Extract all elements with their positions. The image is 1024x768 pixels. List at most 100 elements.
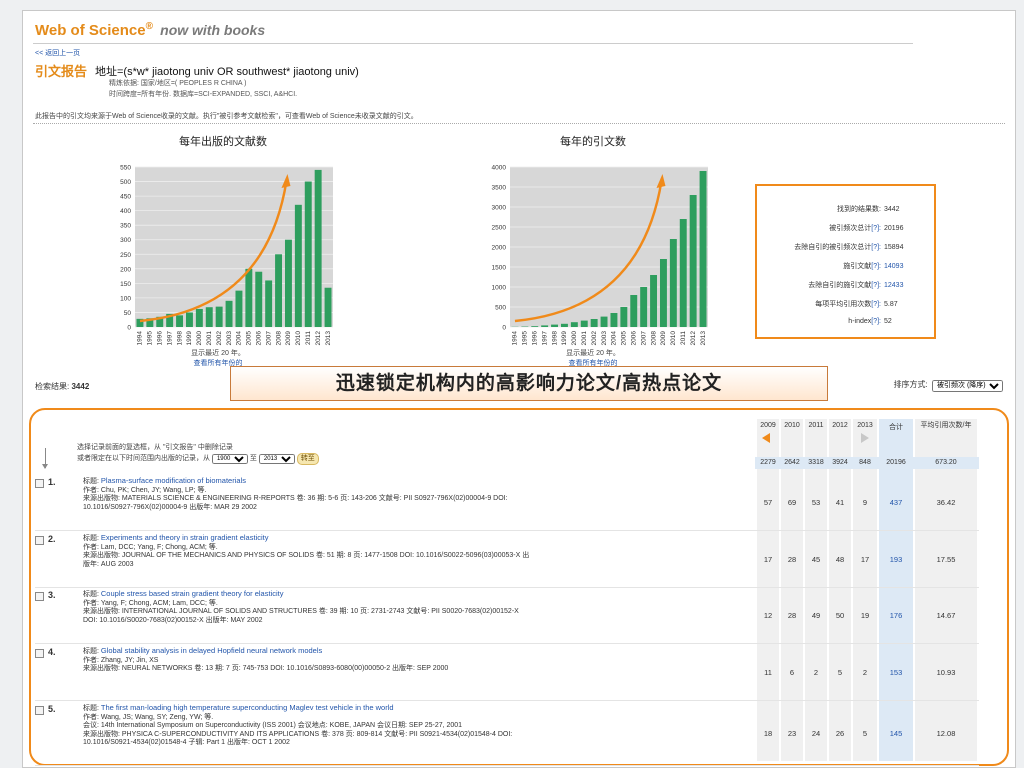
record-title-link[interactable]: Experiments and theory in strain gradien…: [101, 533, 269, 542]
down-arrow-icon: [42, 448, 48, 469]
chart2-bar: [610, 313, 618, 327]
table-column-bg: [879, 419, 913, 761]
record-extra: 版年: AUG 2003: [83, 560, 134, 568]
record-body: 标题: Couple stress based strain gradient …: [83, 589, 743, 625]
record-year-count: 18: [763, 729, 773, 738]
record-checkbox[interactable]: [35, 649, 44, 658]
report-timespan: 时间跨度=所有年份. 数据库=SCI-EXPANDED, SSCI, A&HCI…: [109, 91, 298, 98]
row-divider: [35, 530, 979, 531]
to-year-select[interactable]: 2013: [258, 454, 295, 464]
record-total-link[interactable]: 176: [879, 611, 913, 620]
record-title-link[interactable]: Couple stress based strain gradient theo…: [101, 589, 284, 598]
chart1-bar: [284, 239, 292, 327]
year-column-header: 2012: [832, 422, 848, 429]
go-button[interactable]: 转至: [296, 453, 319, 465]
row-divider: [35, 587, 979, 588]
chart1-x-tick-label: 2012: [315, 331, 322, 346]
chart1-x-tick-label: 1999: [186, 331, 193, 346]
record-title-link[interactable]: Plasma-surface modification of biomateri…: [101, 476, 246, 485]
record-year-count: 45: [811, 555, 821, 564]
highlight-banner: 迅速锁定机构内的高影响力论文/高热点论文: [230, 366, 828, 401]
table-row: 2. 标题: Experiments and theory in strain g…: [31, 533, 741, 584]
total-column-header: 合计: [889, 424, 903, 431]
chart1-x-tick-label: 1996: [156, 331, 163, 346]
chart2-x-tick-label: 2000: [571, 331, 578, 346]
from-year-select[interactable]: 1900: [211, 454, 248, 464]
chart2-y-tick-label: 2000: [492, 245, 507, 252]
chart1-x-tick-label: 2002: [216, 331, 223, 346]
record-title-label: 标题:: [83, 535, 101, 542]
record-title-label: 标题:: [83, 705, 101, 712]
chart2-note: 显示最近 20 年。 查看所有年份的: [528, 348, 658, 368]
record-year-count: 28: [787, 555, 797, 564]
back-link[interactable]: << 返回上一页: [35, 48, 80, 58]
chart1-x-tick-label: 2007: [265, 331, 272, 346]
chart1-x-tick-label: 2005: [246, 331, 253, 346]
wos-logo[interactable]: Web of Science® now with books: [35, 21, 265, 39]
record-total-link[interactable]: 145: [879, 729, 913, 738]
stat-value: 3442: [884, 206, 900, 213]
record-avg-cell: 14.67: [936, 611, 956, 620]
chart2-x-tick-label: 1995: [522, 331, 529, 346]
chart1-y-tick-label: 450: [120, 194, 131, 201]
stat-row: 找到的结果数: 3442: [837, 204, 922, 214]
chart1-x-tick-label: 1995: [147, 331, 154, 346]
record-extra2: 10.1016/S0921-4534(02)01548-4 子辑: Part 1…: [83, 739, 290, 746]
prev-years-arrow-icon[interactable]: [762, 433, 770, 443]
sort-label: 排序方式:: [893, 380, 928, 389]
record-checkbox[interactable]: [35, 536, 44, 545]
table-row: 1. 标题: Plasma-surface modification of bio…: [31, 476, 741, 527]
record-number: 1.: [48, 477, 56, 487]
table-column-bg: [853, 419, 877, 761]
chart2-bar: [699, 171, 707, 327]
record-checkbox[interactable]: [35, 706, 44, 715]
chart-publications-per-year: 0501001502002503003504004505005501994 199…: [120, 165, 333, 346]
year-column-header: 2013: [857, 422, 873, 429]
chart2-x-tick-label: 1999: [561, 331, 568, 346]
chart2-x-tick-label: 2004: [611, 331, 618, 346]
chart1-x-tick-label: 1998: [176, 331, 183, 346]
chart1-x-tick-label: 2006: [255, 331, 262, 346]
chart1-bar: [205, 307, 213, 327]
record-year-count: 28: [787, 611, 797, 620]
record-source: 来源出版物: JOURNAL OF THE MECHANICS AND PHYS…: [83, 552, 530, 559]
chart1-bar: [294, 204, 302, 327]
year-column-header: 2011: [808, 422, 824, 429]
stat-label: 找到的结果数:: [837, 206, 881, 213]
chart-citations-per-year: 0 500 1000 1500 2000 2500 3000 3500 4000 1994 1995…: [492, 165, 708, 346]
record-checkbox[interactable]: [35, 479, 44, 488]
chart2-bar: [570, 322, 578, 327]
chart1-bar: [235, 290, 243, 327]
stat-value[interactable]: 12433: [884, 282, 922, 289]
chart1-x-tick-label: 2000: [196, 331, 203, 346]
chart1-y-tick-label: 500: [120, 179, 131, 186]
stat-help-link[interactable]: [?]:: [871, 282, 881, 289]
record-total-link[interactable]: 193: [879, 555, 913, 564]
record-title-link[interactable]: Global stability analysis in delayed Hop…: [101, 646, 322, 655]
chart2-x-tick-label: 1998: [551, 331, 558, 346]
report-query: 地址=(s*w* jiaotong univ OR southwest* jia…: [95, 66, 359, 78]
stat-help-link[interactable]: [?]:: [871, 225, 881, 232]
logo-suffix: now with books: [160, 22, 266, 38]
record-checkbox[interactable]: [35, 592, 44, 601]
record-year-count: 2: [862, 668, 868, 677]
next-years-arrow-icon[interactable]: [861, 433, 869, 443]
stat-row: h-index[?]: 52: [848, 318, 922, 325]
chart2-bar: [590, 319, 598, 327]
chart2-bar: [560, 323, 568, 327]
stat-help-link[interactable]: [?]:: [871, 244, 881, 251]
record-title-link[interactable]: The first man-loading high temperature s…: [101, 703, 394, 712]
stat-help-link[interactable]: [?]:: [871, 263, 881, 270]
sort-select[interactable]: 被引频次 (降序): [932, 379, 1003, 392]
record-avg-cell: 10.93: [936, 668, 956, 677]
chart1-y-tick-label: 300: [120, 237, 131, 244]
chart2-x-tick-label: 2011: [680, 331, 687, 345]
chart2-bar: [620, 307, 628, 327]
record-total-link[interactable]: 437: [879, 498, 913, 507]
stat-help-link[interactable]: [?]:: [871, 301, 881, 308]
totals-cell: 3318: [808, 459, 824, 466]
record-total-link[interactable]: 153: [879, 668, 913, 677]
stat-value[interactable]: 14093: [884, 263, 922, 270]
stat-help-link[interactable]: [?]:: [871, 318, 881, 325]
logo-registered-mark: ®: [145, 21, 153, 32]
